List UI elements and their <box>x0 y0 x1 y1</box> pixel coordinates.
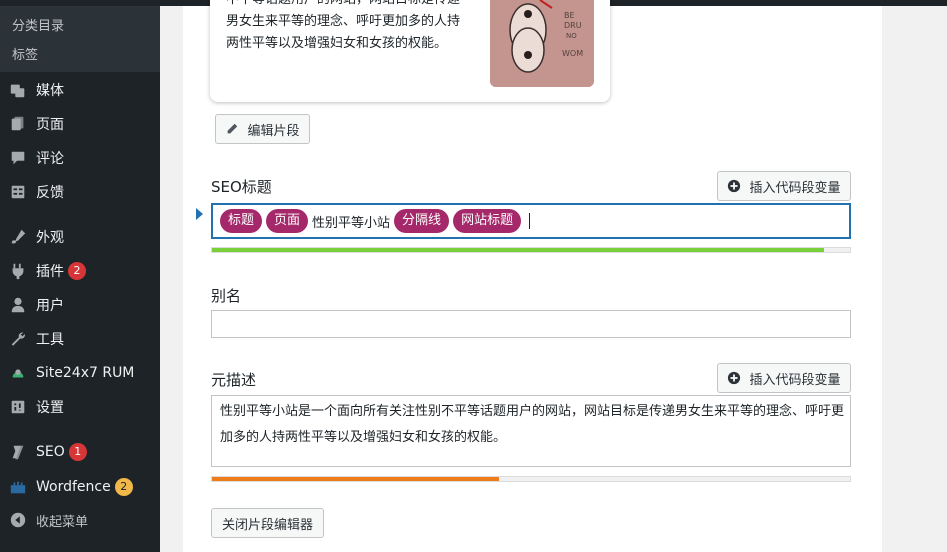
meta-description-label: 元描述 <box>211 371 257 389</box>
svg-text:BE: BE <box>564 11 575 20</box>
text-cursor <box>529 213 531 229</box>
close-snippet-editor-button[interactable]: 关闭片段编辑器 <box>211 508 324 538</box>
appearance-icon <box>8 227 28 247</box>
sidebar-item-comments[interactable]: 评论 <box>0 143 160 173</box>
yoast-icon <box>8 442 28 462</box>
sidebar-item-wordfence[interactable]: Wordfence 2 <box>0 472 160 502</box>
sidebar-item-site24x7-rum[interactable]: Site24x7 RUM <box>0 358 160 388</box>
sidebar-item-label: Site24x7 RUM <box>36 365 135 381</box>
sidebar-item-settings[interactable]: 设置 <box>0 392 160 422</box>
meta-description-text: 性别平等小站是一个面向所有关注性别不平等话题用户的网站，网站目标是传递男女生来平… <box>220 404 845 445</box>
plus-circle-icon <box>728 179 741 193</box>
seo-title-text: 性别平等小站 <box>312 215 391 231</box>
insert-variable-button-title[interactable]: 插入代码段变量 <box>717 171 851 201</box>
sidebar-item-label: 工具 <box>36 332 64 348</box>
user-icon <box>8 295 28 315</box>
sidebar-item-users[interactable]: 用户 <box>0 290 160 320</box>
media-icon <box>8 80 28 100</box>
meta-description-length-progress <box>211 476 851 482</box>
sidebar-item-label: 插件 <box>36 264 64 280</box>
sidebar-item-pages[interactable]: 页面 <box>0 109 160 139</box>
sidebar-item-appearance[interactable]: 外观 <box>0 222 160 252</box>
insert-variable-label: 插入代码段变量 <box>749 180 841 196</box>
svg-text:WOM: WOM <box>562 49 583 58</box>
tools-icon <box>8 329 28 349</box>
pencil-icon <box>228 123 238 134</box>
submenu-item-tags[interactable]: 标签 <box>12 44 38 63</box>
admin-sidebar: 分类目录 标签 媒体 页面 评论 反馈 外观 插件 2 用户 工具 Site24… <box>0 0 160 552</box>
seo-title-input[interactable]: 标题 页面 性别平等小站 分隔线 网站标题 <box>211 203 851 239</box>
variable-tag-separator[interactable]: 分隔线 <box>394 209 450 233</box>
edit-snippet-button[interactable]: 编辑片段 <box>215 114 310 144</box>
seo-title-length-progress <box>211 247 851 253</box>
meta-description-textarea[interactable]: 性别平等小站是一个面向所有关注性别不平等话题用户的网站，网站目标是传递男女生来平… <box>211 395 851 467</box>
seo-title-label: SEO标题 <box>211 178 272 196</box>
site24x7-icon <box>8 363 28 383</box>
slug-label: 别名 <box>211 287 242 305</box>
sidebar-item-label: 评论 <box>36 151 64 167</box>
page-icon <box>8 114 28 134</box>
sidebar-item-label: Wordfence <box>36 479 111 495</box>
page-right-margin <box>935 6 947 552</box>
insert-variable-label: 插入代码段变量 <box>749 372 841 388</box>
feedback-icon <box>8 182 28 202</box>
preview-description-text: 不平等话题用户的网站，网站目标是传递男女生来平等的理念、呼吁更加多的人持两性平等… <box>226 0 461 51</box>
sidebar-collapse-menu[interactable]: 收起菜单 <box>0 505 160 535</box>
meta-description-progress-fill <box>212 477 500 481</box>
seo-title-progress-fill <box>212 248 825 252</box>
slug-input[interactable] <box>211 310 851 338</box>
variable-tag-site-title[interactable]: 网站标题 <box>453 209 522 233</box>
variable-tag-title[interactable]: 标题 <box>220 209 263 233</box>
svg-text:DRU: DRU <box>564 21 582 30</box>
sidebar-item-seo[interactable]: SEO 1 <box>0 437 160 467</box>
edit-snippet-label: 编辑片段 <box>247 123 300 139</box>
plus-circle-icon <box>728 371 741 385</box>
preview-thumbnail-image: BE DRU NO WOM <box>490 0 594 87</box>
insert-variable-button-meta[interactable]: 插入代码段变量 <box>717 363 851 393</box>
plugins-update-badge: 2 <box>68 262 86 280</box>
posts-submenu: 分类目录 标签 <box>0 6 160 72</box>
sidebar-item-plugins[interactable]: 插件 2 <box>0 256 160 286</box>
collapse-icon <box>8 510 28 530</box>
comment-icon <box>8 148 28 168</box>
sidebar-item-label: 页面 <box>36 117 64 133</box>
sidebar-item-label: 收起菜单 <box>36 514 89 530</box>
sidebar-item-tools[interactable]: 工具 <box>0 324 160 354</box>
close-snippet-editor-label: 关闭片段编辑器 <box>221 517 313 533</box>
sidebar-item-label: SEO <box>36 444 65 460</box>
svg-text:NO: NO <box>566 32 577 40</box>
sidebar-item-label: 用户 <box>36 298 64 314</box>
sidebar-item-label: 外观 <box>36 230 64 246</box>
active-field-indicator <box>196 208 203 220</box>
snippet-preview-card: 不平等话题用户的网站，网站目标是传递男女生来平等的理念、呼吁更加多的人持两性平等… <box>210 0 610 102</box>
settings-icon <box>8 397 28 417</box>
variable-tag-page[interactable]: 页面 <box>266 209 309 233</box>
sidebar-item-media[interactable]: 媒体 <box>0 75 160 105</box>
wordfence-notification-badge: 2 <box>114 478 133 496</box>
wordfence-icon <box>8 477 28 497</box>
submenu-item-categories[interactable]: 分类目录 <box>12 15 64 34</box>
sidebar-item-label: 设置 <box>36 400 64 416</box>
sidebar-item-label: 反馈 <box>36 185 64 201</box>
sidebar-item-feedback[interactable]: 反馈 <box>0 177 160 207</box>
sidebar-item-label: 媒体 <box>36 83 64 99</box>
plugin-icon <box>8 261 28 281</box>
seo-notification-badge: 1 <box>68 443 87 461</box>
